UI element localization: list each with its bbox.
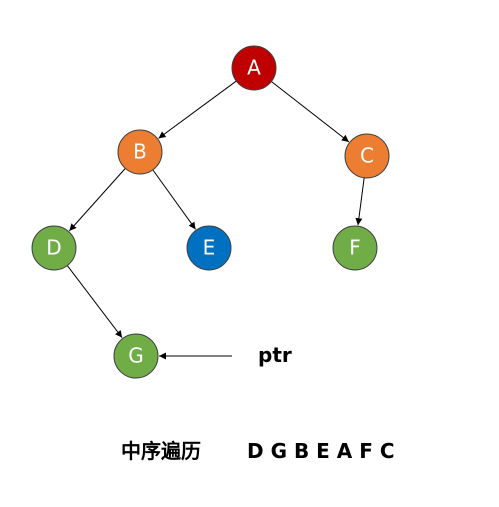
edges-layer bbox=[66, 80, 365, 338]
edge-C-F bbox=[355, 177, 365, 226]
edge-A-B bbox=[158, 80, 237, 139]
node-G: G bbox=[113, 333, 159, 379]
ptr-label: ptr bbox=[258, 343, 292, 367]
node-label-A: A bbox=[247, 56, 261, 80]
edge-B-E bbox=[152, 169, 196, 230]
node-D: D bbox=[31, 225, 77, 271]
node-label-F: F bbox=[349, 236, 361, 260]
diagram-canvas: A B C D E F G ptr 中序遍历 D G B E A F C bbox=[0, 0, 499, 507]
node-label-E: E bbox=[203, 236, 216, 260]
edge-B-D bbox=[68, 168, 126, 232]
node-C: C bbox=[344, 133, 390, 179]
node-label-D: D bbox=[46, 236, 61, 260]
node-E: E bbox=[186, 225, 232, 271]
node-label-B: B bbox=[133, 140, 147, 164]
binary-tree-diagram: A B C D E F G ptr 中序遍历 D G B E A F C bbox=[31, 45, 395, 463]
caption-sequence: D G B E A F C bbox=[247, 439, 395, 463]
edge-D-G bbox=[66, 265, 123, 338]
pointer-layer: ptr bbox=[159, 343, 292, 367]
node-label-G: G bbox=[128, 344, 144, 368]
node-label-C: C bbox=[360, 144, 374, 168]
caption-title: 中序遍历 bbox=[121, 439, 201, 463]
node-F: F bbox=[332, 225, 378, 271]
nodes-layer: A B C D E F G bbox=[31, 45, 390, 379]
caption: 中序遍历 D G B E A F C bbox=[121, 439, 395, 463]
node-A: A bbox=[231, 45, 277, 91]
edge-A-C bbox=[271, 81, 350, 143]
node-B: B bbox=[117, 129, 163, 175]
